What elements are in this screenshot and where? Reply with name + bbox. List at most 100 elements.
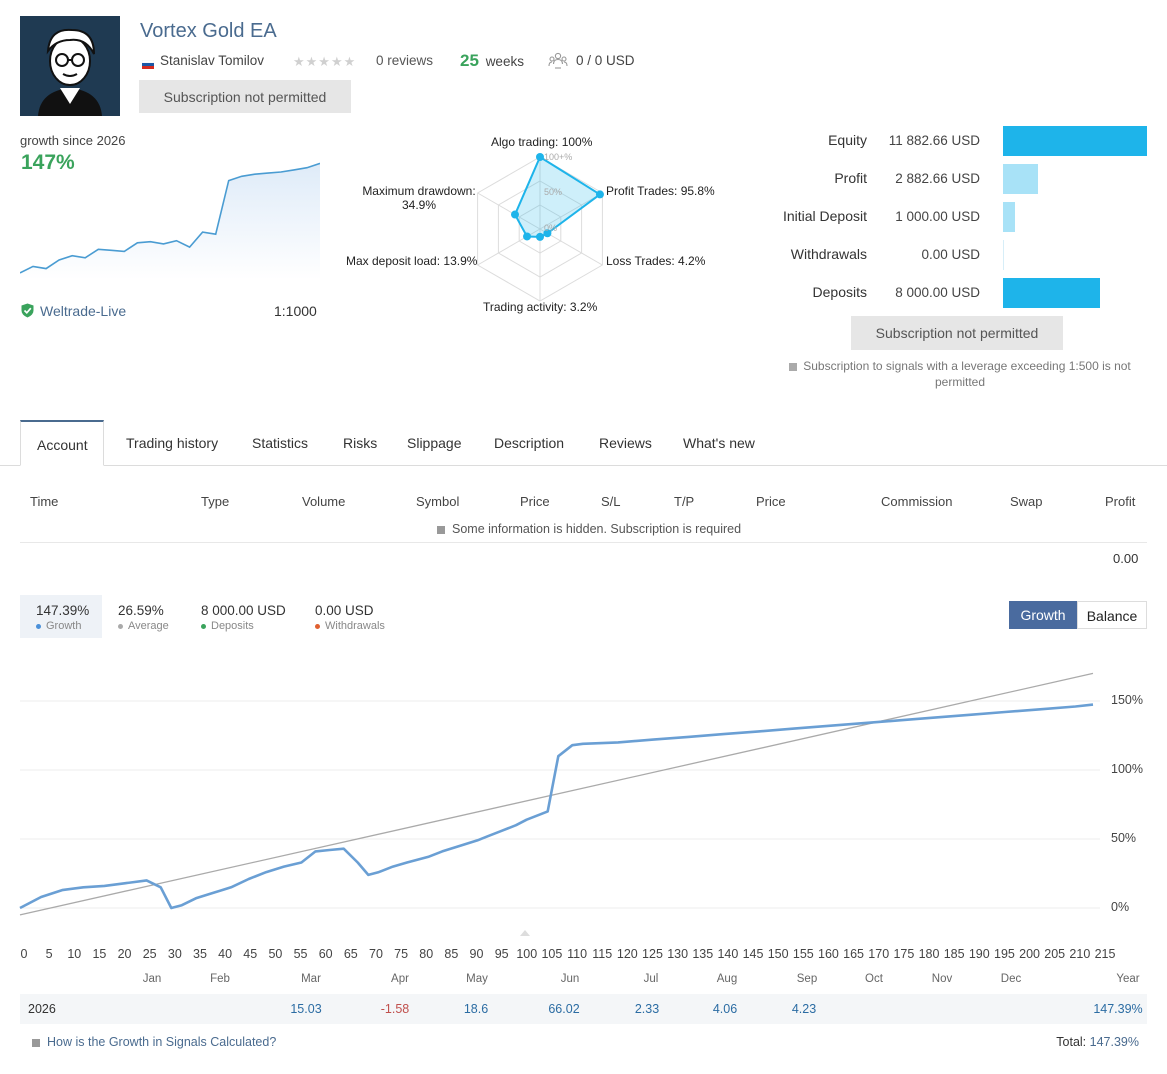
author-avatar[interactable]: [20, 16, 120, 116]
x-tick-label: 10: [67, 947, 82, 961]
x-tick-label: 55: [293, 947, 308, 961]
leverage-note-text: Subscription to signals with a leverage …: [803, 359, 1131, 373]
tab-trading-history[interactable]: Trading history: [110, 420, 234, 466]
col-sl[interactable]: S/L: [601, 494, 621, 509]
month-label: Mar: [301, 973, 321, 985]
x-tick-label: 40: [218, 947, 233, 961]
x-tick-label: 65: [343, 947, 358, 961]
radar-label-max-drawdown-title: Maximum drawdown:: [362, 184, 476, 198]
legend-growth[interactable]: 147.39% Growth: [36, 603, 89, 632]
month-label: Year: [1116, 973, 1140, 985]
tab-slippage[interactable]: Slippage: [391, 420, 478, 466]
tab-account[interactable]: Account: [20, 420, 104, 466]
y-tick-label: 150%: [1111, 693, 1143, 707]
subscribe-button-right[interactable]: Subscription not permitted: [851, 316, 1063, 350]
tab-whats-new[interactable]: What's new: [667, 420, 771, 466]
legend-average-label-text: Average: [128, 620, 169, 632]
tab-risks[interactable]: Risks: [327, 420, 393, 466]
mini-growth-chart: [20, 162, 320, 280]
x-tick-label: 150: [767, 947, 789, 961]
month-label: Feb: [210, 973, 230, 985]
subscribe-button-top[interactable]: Subscription not permitted: [139, 80, 351, 113]
y-tick-label: 0%: [1111, 900, 1130, 914]
col-profit[interactable]: Profit: [1105, 494, 1135, 509]
radar-label-loss-trades: Loss Trades: 4.2%: [606, 254, 706, 268]
legend-growth-label: Growth: [36, 620, 89, 632]
info-icon: [32, 1038, 40, 1047]
radar-point: [536, 153, 544, 161]
month-label: Oct: [865, 973, 883, 985]
how-growth-link[interactable]: How is the Growth in Signals Calculated?: [32, 1035, 276, 1049]
col-commission[interactable]: Commission: [881, 494, 953, 509]
year-month-value: -1.58: [380, 1002, 410, 1016]
legend-withdrawals[interactable]: 0.00 USD Withdrawals: [315, 603, 385, 632]
x-tick-label: 160: [818, 947, 839, 961]
radar-ring-100: 100+%: [544, 152, 572, 162]
x-tick-label: 175: [893, 947, 915, 961]
legend-deposits-value: 8 000.00 USD: [201, 603, 286, 618]
stat-value: 1 000.00 USD: [895, 209, 980, 224]
average-line: [19, 672, 1094, 916]
tab-statistics[interactable]: Statistics: [236, 420, 324, 466]
col-symbol[interactable]: Symbol: [416, 494, 459, 509]
radar-label-max-deposit-load: Max deposit load: 13.9%: [346, 254, 478, 268]
x-tick-label: 105: [541, 947, 563, 961]
toggle-balance[interactable]: Balance: [1077, 601, 1147, 629]
toggle-growth[interactable]: Growth: [1009, 601, 1077, 629]
col-price-open[interactable]: Price: [520, 494, 550, 509]
tab-description[interactable]: Description: [478, 420, 580, 466]
legend-withdrawals-value: 0.00 USD: [315, 603, 374, 618]
col-swap[interactable]: Swap: [1010, 494, 1043, 509]
russia-flag-icon: [141, 57, 155, 69]
legend-deposits-label: Deposits: [201, 620, 286, 632]
x-tick-label: 190: [968, 947, 990, 961]
stat-label: Withdrawals: [790, 246, 867, 262]
legend-average[interactable]: 26.59% Average: [118, 603, 169, 632]
year-label: 2026: [28, 1002, 56, 1016]
broker-link[interactable]: Weltrade-Live: [40, 303, 126, 319]
info-icon: [789, 362, 798, 371]
legend-deposits-label-text: Deposits: [211, 620, 254, 632]
stat-value: 8 000.00 USD: [895, 285, 980, 300]
leverage-value: 1:1000: [274, 303, 317, 319]
growth-chart: [19, 672, 1100, 916]
subscribers-value: 0 / 0 USD: [576, 53, 635, 68]
x-tick-label: 80: [419, 947, 434, 961]
col-type[interactable]: Type: [201, 494, 229, 509]
footer-total-value: 147.39%: [1089, 1035, 1139, 1049]
year-month-value: 4.23: [791, 1002, 817, 1016]
col-price-close[interactable]: Price: [756, 494, 786, 509]
col-tp[interactable]: T/P: [674, 494, 694, 509]
legend-dot-icon: [36, 623, 41, 629]
subscribers-icon: [548, 52, 568, 73]
how-growth-link-text: How is the Growth in Signals Calculated?: [47, 1035, 277, 1049]
col-volume[interactable]: Volume: [302, 494, 345, 509]
x-tick-label: 120: [616, 947, 638, 961]
stat-bar: [1003, 202, 1016, 232]
leverage-note: Subscription to signals with a leverage …: [780, 358, 1140, 390]
legend-deposits[interactable]: 8 000.00 USD Deposits: [201, 603, 286, 632]
stat-bar: [1003, 126, 1147, 156]
author-name[interactable]: Stanislav Tomilov: [160, 53, 264, 68]
stat-value: 0.00 USD: [921, 247, 980, 262]
x-tick-label: 205: [1044, 947, 1066, 961]
growth-since-label: growth since 2026: [20, 133, 126, 148]
y-tick-label: 50%: [1111, 831, 1137, 845]
x-tick-label: 70: [369, 947, 383, 961]
tab-reviews[interactable]: Reviews: [583, 420, 668, 466]
x-tick-label: 180: [918, 947, 940, 961]
col-time[interactable]: Time: [30, 494, 58, 509]
x-tick-label: 50: [268, 947, 283, 961]
stat-bar: [1003, 164, 1038, 194]
weeks-label: weeks: [485, 54, 524, 69]
legend-growth-value: 147.39%: [36, 603, 90, 618]
legend-average-value: 26.59%: [118, 603, 164, 618]
signal-title[interactable]: Vortex Gold EA: [140, 20, 277, 43]
legend-average-label: Average: [118, 620, 169, 632]
month-label: Jul: [643, 973, 659, 985]
reviews-count[interactable]: 0 reviews: [376, 53, 433, 68]
month-label: Dec: [1000, 973, 1022, 985]
x-tick-label: 165: [843, 947, 865, 961]
rating-stars-icon: ★★★★★: [293, 54, 357, 69]
x-tick-label: 210: [1069, 947, 1091, 961]
